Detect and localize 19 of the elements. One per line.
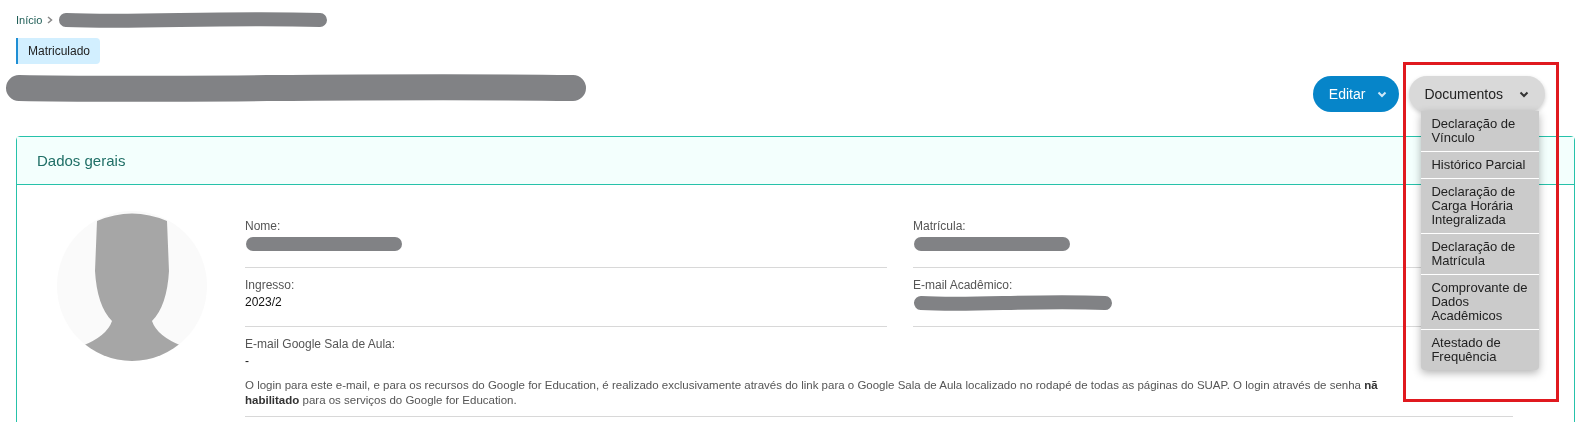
field-value: 2023/2	[245, 295, 282, 309]
field-label: E-mail Google Sala de Aula:	[245, 337, 396, 351]
chevron-down-icon	[1519, 90, 1529, 98]
field-label: Nome:	[245, 219, 281, 233]
field-label: Ingresso:	[245, 278, 295, 292]
status-badge: Matriculado	[16, 38, 101, 64]
field-value: -	[245, 354, 249, 368]
field-label: E-mail Acadêmico:	[913, 278, 1013, 292]
chevron-right-icon	[47, 16, 54, 24]
dropdown-button[interactable]: Editar	[1312, 76, 1400, 112]
breadcrumb-link[interactable]: Início	[16, 14, 43, 26]
menu-item[interactable]: Comprovante de Dados Acadêmicos	[1421, 275, 1540, 330]
field-label: Matrícula:	[913, 219, 966, 233]
chevron-down-icon	[1377, 90, 1388, 98]
card-title: Dados gerais	[37, 152, 126, 169]
info-paragraph: O login para este e-mail, e para os recursos do Google for Education, é realizado exclusivamente através do link para o Google Sala de Aula localizado no rodapé de todas as páginas do SUAP. O login através de senha nã habilitado para os serviços do Google for Education.	[245, 378, 1379, 408]
dropdown-button[interactable]: Documentos	[1409, 76, 1545, 112]
menu-item[interactable]: Atestado de Frequência	[1421, 330, 1540, 370]
menu-item[interactable]: Declaração de Matrícula	[1421, 234, 1540, 275]
